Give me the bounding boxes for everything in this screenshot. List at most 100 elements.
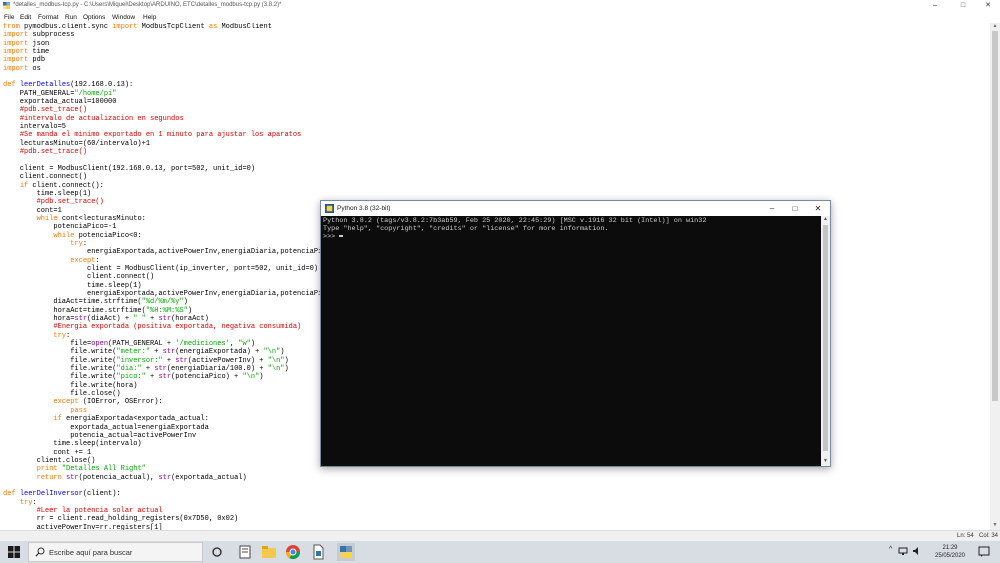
code-line[interactable]: #Se manda el minimo exportado en 1 minut…	[3, 131, 301, 139]
code-line[interactable]: import pdb	[3, 56, 45, 64]
code-line[interactable]: file.write("inversor:" + str(activePower…	[3, 357, 289, 365]
code-line[interactable]: exportada_actual=energiaExportada	[3, 424, 209, 432]
code-line[interactable]: try:	[3, 332, 70, 340]
notifications-icon[interactable]	[978, 546, 990, 558]
notepad-icon[interactable]	[236, 543, 254, 561]
scroll-up-icon[interactable]: ▲	[821, 216, 830, 224]
code-line[interactable]: lecturasMinuto=(60/intervalo)+1	[3, 140, 150, 148]
scroll-down-icon[interactable]: ▼	[991, 522, 999, 529]
scrollbar-thumb[interactable]	[992, 31, 998, 401]
code-line[interactable]: file.write("dia:" + str(energiaDiaria/10…	[3, 365, 289, 373]
tray-chevron-icon[interactable]: ^	[889, 546, 892, 553]
code-line[interactable]: diaAct=time.strftime("%d/%m/%y")	[3, 298, 187, 306]
column-indicator: Col: 34	[979, 533, 999, 539]
console-scrollbar-thumb[interactable]	[823, 225, 828, 451]
task-view-icon[interactable]	[208, 543, 226, 561]
code-text[interactable]: from pymodbus.client.sync import ModbusT…	[3, 23, 331, 530]
code-line[interactable]: #pdb.set_trace()	[3, 198, 104, 206]
volume-icon[interactable]	[912, 546, 922, 556]
code-line[interactable]: #intervalo de actualizacion en segundos	[3, 115, 184, 123]
code-line[interactable]: try:	[3, 240, 87, 248]
code-line[interactable]: return str(potencia_actual), str(exporta…	[3, 474, 247, 482]
taskbar: Escribe aquí para buscar ^ 21:29 25/05/2…	[0, 541, 1000, 563]
code-line[interactable]: horaAct=time.strftime("%H:%M:%S")	[3, 307, 192, 315]
code-line[interactable]: #Energia exportada (positiva exportada, …	[3, 323, 301, 331]
menu-help[interactable]: Help	[143, 14, 156, 21]
code-line[interactable]: energiaExportada,activePowerInv,energiaD…	[3, 290, 326, 298]
code-line[interactable]: import json	[3, 40, 49, 48]
console-titlebar[interactable]: Python 3.8 (32-bit) – □ ✕	[321, 201, 830, 216]
code-line[interactable]: import os	[3, 65, 41, 73]
code-line[interactable]: intervalo=5	[3, 123, 66, 131]
code-line[interactable]: while cont<lecturasMinuto:	[3, 215, 146, 223]
code-line[interactable]: #Leer la potencia solar actual	[3, 507, 163, 515]
code-line[interactable]: rr = client.read_holding_registers(0x7D5…	[3, 515, 239, 523]
code-line[interactable]: client.connect()	[3, 173, 87, 181]
code-line[interactable]: def leerDelInversor(client):	[3, 490, 121, 498]
console-minimize-button[interactable]: –	[761, 201, 783, 216]
code-line[interactable]: if energiaExportada<exportada_actual:	[3, 415, 208, 423]
code-line[interactable]: file.close()	[3, 390, 120, 398]
maximize-button[interactable]: □	[950, 0, 976, 12]
code-line[interactable]: client.close()	[3, 457, 96, 465]
code-line[interactable]: file.write("pico:" + str(potenciaPico) +…	[3, 373, 263, 381]
code-line[interactable]: def leerDetalles(192.168.0.13):	[3, 81, 133, 89]
code-line[interactable]: PATH_GENERAL="/home/pi"	[3, 90, 117, 98]
search-placeholder: Escribe aquí para buscar	[49, 548, 133, 557]
code-line[interactable]: try:	[3, 499, 37, 507]
chrome-icon[interactable]	[284, 543, 302, 561]
menu-window[interactable]: Window	[112, 14, 135, 21]
code-line[interactable]: potenciaPico=-1	[3, 223, 116, 231]
window-title: *detalles_modbus-tcp.py - C:\Users\Mique…	[13, 2, 282, 8]
clock[interactable]: 21:29 25/05/2020	[930, 544, 970, 560]
windows-logo-icon[interactable]	[8, 546, 20, 558]
code-line[interactable]: pass	[3, 407, 87, 415]
code-line[interactable]: while potenciaPico<0:	[3, 232, 141, 240]
code-line[interactable]: exportada_actual=100000	[3, 98, 117, 106]
console-maximize-button[interactable]: □	[784, 201, 806, 216]
code-line[interactable]: client.connect()	[3, 273, 154, 281]
scroll-up-icon[interactable]: ▲	[991, 23, 999, 30]
code-line[interactable]: cont=1	[3, 207, 62, 215]
python-icon	[325, 204, 334, 213]
console-scrollbar[interactable]: ▲ ▼	[821, 216, 830, 466]
code-line[interactable]: client = ModbusClient(192.168.0.13, port…	[3, 165, 255, 173]
code-line[interactable]: #pdb.set_trace()	[3, 106, 87, 114]
menu-edit[interactable]: Edit	[20, 14, 31, 21]
console-output[interactable]: Python 3.8.2 (tags/v3.8.2:7b3ab59, Feb 2…	[321, 216, 821, 466]
editor-scrollbar[interactable]: ▲ ▼	[990, 23, 1000, 530]
folder-icon[interactable]	[260, 543, 278, 561]
menu-run[interactable]: Run	[65, 14, 77, 21]
code-line[interactable]: potencia_actual=activePowerInv	[3, 432, 196, 440]
code-line[interactable]: time.sleep(intervalo)	[3, 440, 141, 448]
code-line[interactable]: if client.connect():	[3, 182, 104, 190]
console-close-button[interactable]: ✕	[807, 201, 829, 216]
code-line[interactable]: cont += 1	[3, 449, 91, 457]
code-line[interactable]: print "Detalles All Right"	[3, 465, 146, 473]
code-line[interactable]: except (IOError, OSError):	[3, 398, 162, 406]
code-line[interactable]: hora=str(diaAct) + " " + str(horaAct)	[3, 315, 208, 323]
close-button[interactable]: ✕	[975, 0, 1000, 12]
menu-format[interactable]: Format	[38, 14, 59, 21]
minimize-button[interactable]: –	[922, 0, 948, 12]
code-line[interactable]: file.write(hora)	[3, 382, 137, 390]
code-line[interactable]: energiaExportada,activePowerInv,energiaD…	[3, 248, 331, 256]
menu-file[interactable]: File	[4, 14, 14, 21]
code-line[interactable]: time.sleep(1)	[3, 190, 92, 198]
code-line[interactable]: client = ModbusClient(ip_inverter, port=…	[3, 265, 318, 273]
code-line[interactable]: from pymodbus.client.sync import ModbusT…	[3, 23, 272, 31]
code-line[interactable]: file.write("meter:" + str(energiaExporta…	[3, 348, 284, 356]
python-console-window[interactable]: Python 3.8 (32-bit) – □ ✕ Python 3.8.2 (…	[320, 200, 831, 467]
file-icon[interactable]	[309, 543, 327, 561]
code-line[interactable]: file=open(PATH_GENERAL + '/mediciones', …	[3, 340, 255, 348]
scroll-down-icon[interactable]: ▼	[821, 458, 830, 466]
code-line[interactable]: except:	[3, 257, 99, 265]
menu-options[interactable]: Options	[83, 14, 105, 21]
code-line[interactable]: import time	[3, 48, 49, 56]
code-line[interactable]: #pdb.set_trace()	[3, 148, 87, 156]
python-icon[interactable]	[337, 543, 355, 561]
code-line[interactable]: import subprocess	[3, 31, 74, 39]
code-line[interactable]: time.sleep(1)	[3, 282, 142, 290]
taskbar-search[interactable]: Escribe aquí para buscar	[28, 542, 203, 562]
network-icon[interactable]	[898, 546, 908, 556]
